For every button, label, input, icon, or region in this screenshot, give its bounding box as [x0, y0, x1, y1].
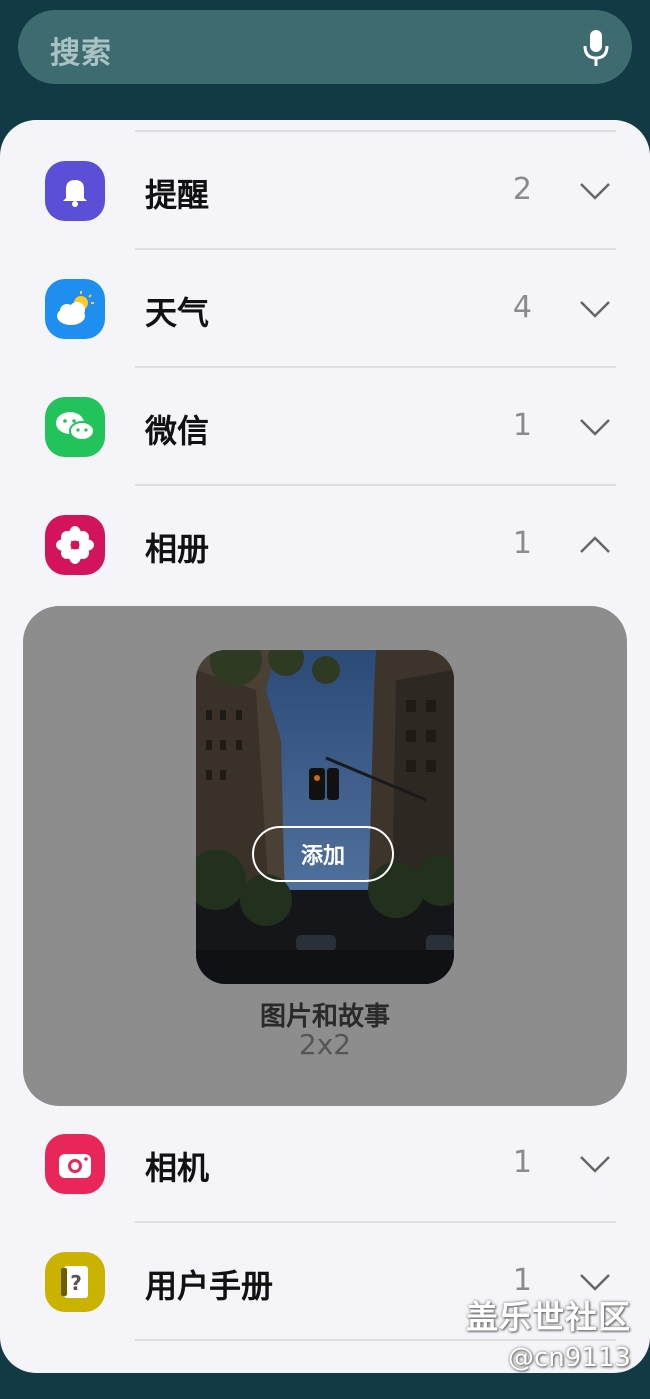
- app-row-camera[interactable]: 相机 1: [0, 1105, 650, 1223]
- divider: [135, 1339, 616, 1341]
- watermark-title: 盖乐世社区: [466, 1298, 632, 1336]
- add-widget-button[interactable]: 添加: [252, 826, 394, 882]
- app-label: 用户手册: [145, 1267, 274, 1305]
- widget-count: 1: [512, 526, 532, 561]
- widget-size: 2x2: [298, 1028, 352, 1061]
- widget-preview[interactable]: 添加: [196, 650, 454, 984]
- bell-icon: [45, 161, 105, 221]
- app-row-gallery[interactable]: 相册 1: [0, 486, 650, 604]
- app-row-wechat[interactable]: 微信 1: [0, 368, 650, 486]
- weather-icon: [45, 279, 105, 339]
- microphone-icon[interactable]: [582, 28, 610, 68]
- widget-count: 4: [512, 290, 532, 325]
- svg-text:?: ?: [70, 1271, 82, 1295]
- chevron-down-icon[interactable]: [578, 1147, 612, 1181]
- wechat-icon: [45, 397, 105, 457]
- watermark-handle: @cn9113: [508, 1343, 631, 1373]
- app-label: 天气: [145, 294, 210, 332]
- chevron-down-icon[interactable]: [578, 410, 612, 444]
- app-row-weather[interactable]: 天气 4: [0, 250, 650, 368]
- chevron-down-icon[interactable]: [578, 292, 612, 326]
- photo-preview-image: [196, 650, 454, 984]
- widget-count: 2: [512, 172, 532, 207]
- chevron-down-icon[interactable]: [578, 174, 612, 208]
- app-label: 相册: [145, 530, 210, 568]
- search-placeholder: 搜索: [50, 36, 112, 71]
- widget-count: 1: [512, 408, 532, 443]
- widget-list-sheet: 提醒 2 天气 4 微信 1 相册 1 添加 图片和故事 2x2 相机 1 ? …: [0, 120, 650, 1373]
- app-label: 微信: [145, 412, 210, 450]
- app-label: 相机: [145, 1149, 210, 1187]
- app-label: 提醒: [145, 176, 210, 214]
- flower-icon: [45, 515, 105, 575]
- camera-icon: [45, 1134, 105, 1194]
- widget-expand-panel: 添加 图片和故事 2x2: [23, 606, 627, 1106]
- widget-count: 1: [512, 1145, 532, 1180]
- app-row-reminder[interactable]: 提醒 2: [0, 132, 650, 250]
- search-bar[interactable]: 搜索: [18, 10, 632, 84]
- user-manual-icon: ?: [45, 1252, 105, 1312]
- chevron-up-icon[interactable]: [578, 528, 612, 562]
